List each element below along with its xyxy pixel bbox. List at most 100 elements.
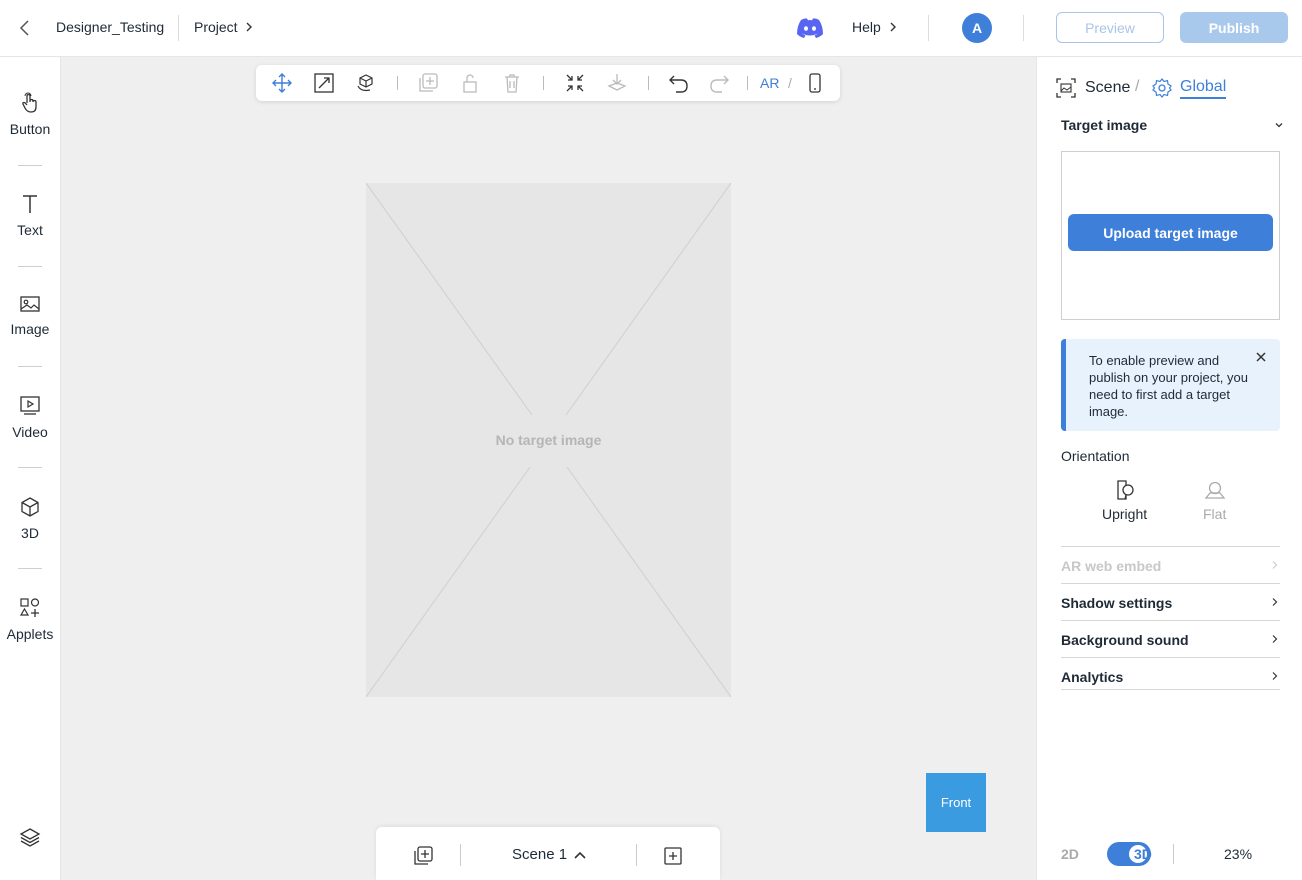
help-menu-button[interactable]: Help: [852, 19, 897, 35]
project-name: Designer_Testing: [56, 19, 165, 35]
hand-pointer-icon: [19, 92, 41, 114]
info-notice: To enable preview and publish on your pr…: [1061, 339, 1280, 431]
ar-web-embed-row[interactable]: AR web embed: [1061, 546, 1280, 583]
flat-icon: [1204, 479, 1226, 501]
no-target-label: No target image: [495, 432, 602, 448]
2d-label[interactable]: 2D: [1061, 846, 1079, 862]
sidebar-item-label: Video: [12, 424, 48, 440]
video-icon: [19, 395, 41, 417]
sidebar-item-label: Button: [9, 121, 51, 137]
gear-icon: [1151, 77, 1173, 99]
row-label: Shadow settings: [1061, 595, 1173, 611]
sidebar-item-button[interactable]: Button: [0, 92, 60, 137]
sidebar-item-text[interactable]: Text: [0, 193, 60, 238]
scene-bar: Scene 1: [376, 827, 720, 880]
sidebar-item-label: Image: [10, 321, 50, 337]
info-notice-text: To enable preview and publish on your pr…: [1089, 353, 1248, 419]
sidebar-item-label: 3D: [21, 525, 39, 541]
mobile-device-icon[interactable]: [804, 72, 826, 94]
orientation-flat-label: Flat: [1203, 506, 1227, 522]
mode-separator: /: [788, 75, 792, 91]
sidebar-item-label: Text: [17, 222, 43, 238]
lock-icon[interactable]: [459, 72, 481, 94]
tab-global[interactable]: Global: [1151, 77, 1227, 99]
transform-toolbar: AR /: [256, 65, 840, 101]
avatar[interactable]: A: [962, 13, 992, 43]
shrink-icon[interactable]: [564, 72, 586, 94]
divider: [18, 366, 42, 367]
delete-icon[interactable]: [501, 72, 523, 94]
divider: [747, 76, 748, 90]
rotate-icon[interactable]: [355, 72, 377, 94]
chevron-right-icon: [1270, 560, 1280, 570]
back-arrow-icon[interactable]: [14, 17, 36, 39]
divider: [18, 266, 42, 267]
chevron-right-icon: [1270, 634, 1280, 644]
publish-button[interactable]: Publish: [1180, 12, 1288, 43]
tab-separator: /: [1135, 78, 1140, 95]
canvas-area[interactable]: AR / No target image Front Scene 1: [61, 57, 1036, 880]
sidebar-item-label: Applets: [6, 626, 54, 642]
project-menu-label: Project: [194, 19, 238, 35]
move-icon[interactable]: [271, 72, 293, 94]
target-image-dropzone: Upload target image: [1061, 151, 1280, 320]
chevron-right-icon: [1270, 671, 1280, 681]
chevron-right-icon: [245, 22, 253, 32]
target-image-title: Target image: [1061, 117, 1148, 133]
divider: [648, 76, 649, 90]
ar-mode-toggle[interactable]: AR: [760, 75, 779, 91]
upright-icon: [1114, 479, 1136, 501]
chevron-right-icon: [889, 22, 897, 32]
tab-scene[interactable]: Scene: [1055, 77, 1130, 99]
duplicate-scene-icon[interactable]: [412, 845, 434, 867]
close-icon[interactable]: [1254, 350, 1268, 364]
divider: [18, 165, 42, 166]
sidebar-item-applets[interactable]: Applets: [0, 597, 60, 642]
row-label: AR web embed: [1061, 558, 1162, 574]
sidebar-item-video[interactable]: Video: [0, 395, 60, 440]
zoom-level[interactable]: 23%: [1224, 846, 1252, 862]
3d-label[interactable]: 3D: [1134, 846, 1152, 862]
scene-selector[interactable]: Scene 1: [512, 846, 586, 863]
left-sidebar: Button Text Image Video 3D Applets: [0, 57, 61, 880]
chevron-down-icon[interactable]: [1273, 119, 1285, 131]
divider: [1173, 844, 1174, 864]
orientation-upright-option[interactable]: Upright: [1102, 479, 1147, 522]
properties-panel: Scene / Global Target image Upload targe…: [1036, 57, 1302, 880]
duplicate-icon[interactable]: [417, 72, 439, 94]
sidebar-item-3d[interactable]: 3D: [0, 496, 60, 541]
orientation-label: Orientation: [1061, 448, 1130, 464]
row-label: Analytics: [1061, 669, 1124, 685]
shadow-settings-row[interactable]: Shadow settings: [1061, 583, 1280, 620]
row-label: Background sound: [1061, 632, 1189, 648]
divider: [543, 76, 544, 90]
divider: [1023, 15, 1024, 41]
drop-icon[interactable]: [606, 72, 628, 94]
divider: [928, 15, 929, 41]
image-icon: [19, 294, 41, 314]
orientation-flat-option[interactable]: Flat: [1203, 479, 1226, 522]
preview-button[interactable]: Preview: [1056, 12, 1164, 43]
front-view-button[interactable]: Front: [926, 773, 986, 832]
discord-icon[interactable]: [795, 17, 825, 39]
divider: [636, 844, 637, 866]
orientation-upright-label: Upright: [1102, 506, 1148, 522]
layers-icon[interactable]: [19, 826, 41, 848]
text-icon: [19, 193, 41, 215]
sidebar-item-image[interactable]: Image: [0, 294, 60, 337]
cube-icon: [19, 496, 41, 518]
target-image-placeholder: No target image: [366, 183, 731, 697]
divider: [460, 844, 461, 866]
undo-icon[interactable]: [667, 72, 689, 94]
chevron-right-icon: [1270, 597, 1280, 607]
add-scene-icon[interactable]: [662, 845, 684, 867]
applets-icon: [19, 597, 41, 619]
background-sound-row[interactable]: Background sound: [1061, 620, 1280, 657]
divider: [1061, 689, 1280, 690]
upload-target-image-button[interactable]: Upload target image: [1068, 214, 1273, 251]
divider: [18, 568, 42, 569]
scale-icon[interactable]: [313, 72, 335, 94]
chevron-up-icon: [574, 850, 586, 860]
project-menu-button[interactable]: Project: [194, 19, 253, 35]
redo-icon[interactable]: [709, 72, 731, 94]
